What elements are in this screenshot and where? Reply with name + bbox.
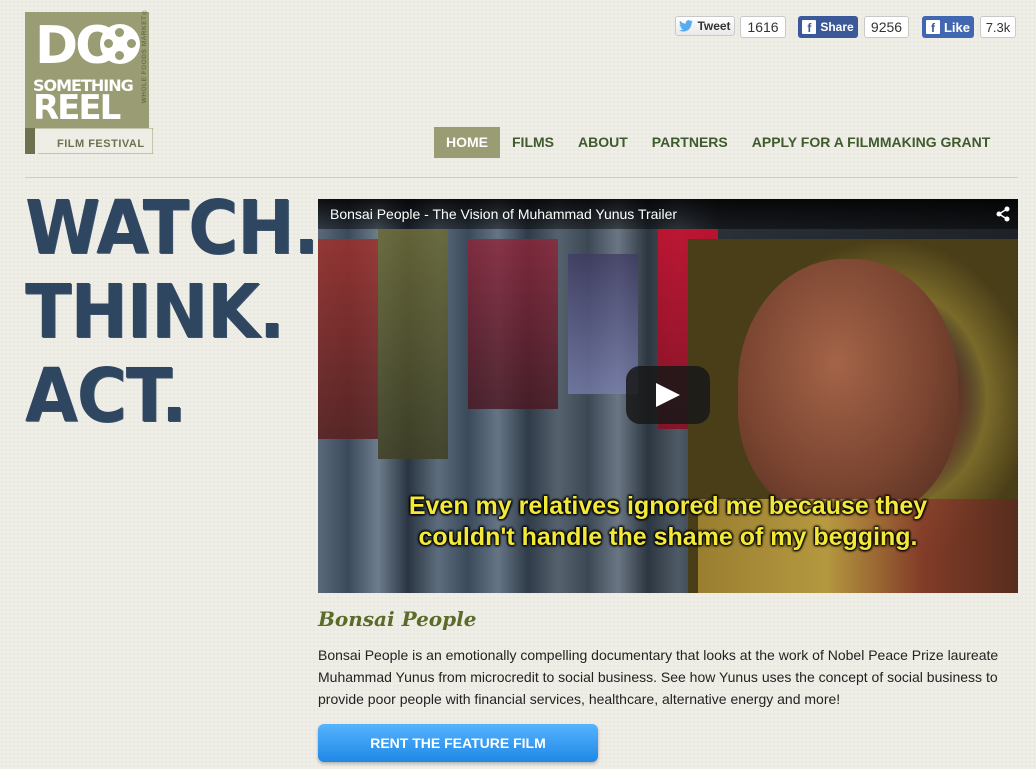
video-scene-face [738,259,958,519]
film-reel-icon [100,24,140,64]
like-count: 7.3k [980,16,1016,38]
video-scene-cloth [318,239,378,439]
slogan-think: THINK. [25,269,285,355]
slogan-watch: WATCH. [25,185,319,271]
share-count: 9256 [864,16,909,38]
subtitle-line-2: couldn't handle the shame of my begging. [418,523,918,551]
play-button[interactable] [626,366,710,424]
nav-home[interactable]: HOME [434,127,500,158]
facebook-like-button[interactable]: f Like [922,16,974,38]
site-logo[interactable]: DO SOMETHING REEL FILM FESTIVAL [25,12,153,154]
nav-films[interactable]: FILMS [500,127,566,158]
video-scene-cloth [378,229,448,459]
video-scene-cloth [468,239,558,409]
nav-apply-grant[interactable]: APPLY FOR A FILMMAKING GRANT [740,127,1003,158]
logo-reel-text: REEL [33,88,121,128]
tweet-count: 1616 [740,16,786,38]
video-player[interactable]: Bonsai People - The Vision of Muhammad Y… [318,199,1018,593]
tweet-button[interactable]: Tweet [675,16,735,36]
twitter-bird-icon [679,20,694,32]
share-label: Share [820,20,854,34]
like-label: Like [943,19,970,35]
facebook-icon: f [802,20,817,35]
nav-partners[interactable]: PARTNERS [640,127,740,158]
tweet-label: Tweet [697,19,731,33]
video-title-bar: Bonsai People - The Vision of Muhammad Y… [318,199,1018,229]
subtitle-line-1: Even my relatives ignored me because the… [408,492,928,520]
facebook-share-button[interactable]: f Share [798,16,858,38]
film-description: Bonsai People is an emotionally compelli… [318,647,999,707]
film-title: Bonsai People [318,607,477,631]
nav-about[interactable]: ABOUT [566,127,640,158]
rent-feature-film-button[interactable]: RENT THE FEATURE FILM [318,724,598,762]
header-divider [25,177,1018,178]
share-icon[interactable] [996,206,1010,222]
logo-festival-text: FILM FESTIVAL [57,138,145,150]
logo-sponsor-text: WHOLE FOODS MARKET® [141,8,148,104]
slogan: WATCH. THINK. ACT. [25,185,319,439]
play-icon [656,383,680,407]
video-subtitle: Even my relatives ignored me because the… [318,491,1018,553]
video-title[interactable]: Bonsai People - The Vision of Muhammad Y… [330,206,677,222]
slogan-act: ACT. [25,353,187,439]
main-nav: HOME FILMS ABOUT PARTNERS APPLY FOR A FI… [434,127,1002,158]
facebook-icon: f [925,20,940,35]
